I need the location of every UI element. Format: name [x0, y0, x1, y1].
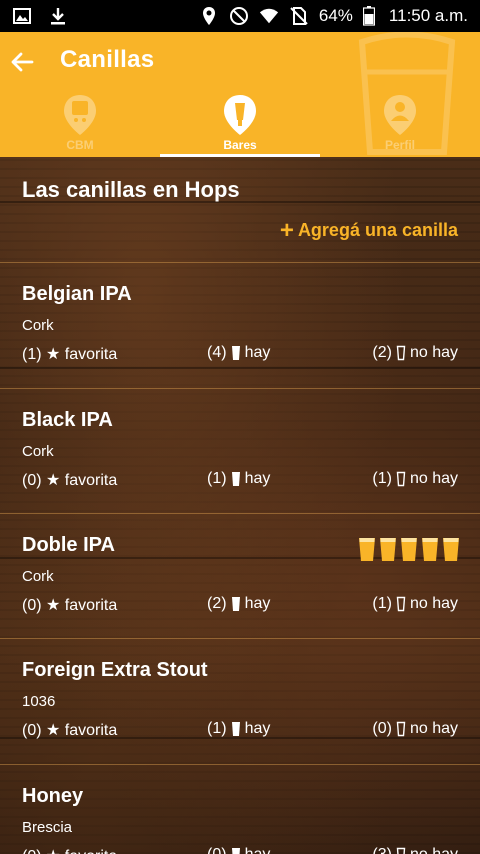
no-sim-icon	[290, 7, 308, 25]
arrow-left-icon	[11, 52, 34, 72]
clock: 11:50 a.m.	[388, 6, 468, 25]
available-label: hay	[245, 846, 271, 854]
bar-pin-icon	[224, 95, 256, 135]
tab-cbm-label: CBM	[66, 138, 94, 152]
available-count-value: (1)	[207, 720, 227, 737]
rating-glass-icon	[422, 538, 438, 561]
tap-item[interactable]: Doble IPA Cork (0) ★ favorita (2) hay (1…	[0, 514, 480, 639]
available-count-value: (4)	[207, 344, 227, 361]
tap-name: Honey	[22, 785, 84, 807]
unavailable-count-value: (3)	[372, 846, 392, 854]
location-icon	[202, 7, 215, 25]
unavailable-label: no hay	[409, 720, 458, 737]
tab-perfil[interactable]: Perfil	[320, 90, 480, 157]
add-tap-label: Agregá una canilla	[297, 220, 458, 240]
status-bar: 64% 11:50 a.m.	[0, 0, 480, 32]
empty-glass-icon	[396, 847, 406, 854]
back-button[interactable]	[6, 44, 38, 80]
rating-glass-icon	[401, 538, 417, 561]
tab-bares-label: Bares	[223, 138, 257, 152]
unavailable-count-value: (1)	[372, 595, 392, 612]
favorite-count[interactable]: (0) ★ favorita	[22, 846, 117, 854]
plus-icon: +	[279, 216, 294, 244]
favorite-count[interactable]: (1) ★ favorita	[22, 344, 117, 364]
available-label: hay	[244, 720, 271, 737]
download-icon	[51, 8, 65, 25]
unavailable-count[interactable]: (1) no hay	[372, 470, 458, 488]
battery-percent: 64%	[318, 6, 353, 25]
tap-name: Belgian IPA	[22, 283, 132, 305]
tap-name: Foreign Extra Stout	[22, 659, 208, 681]
available-count[interactable]: (4) hay	[207, 344, 270, 362]
gallery-icon	[13, 8, 31, 24]
unavailable-count[interactable]: (2) no hay	[372, 344, 458, 362]
add-tap-button[interactable]: + Agregá una canilla	[279, 216, 458, 244]
full-glass-icon	[231, 597, 240, 611]
tap-item[interactable]: Black IPA Cork (0) ★ favorita (1) hay (1…	[0, 389, 480, 514]
tap-name: Doble IPA	[22, 534, 115, 556]
full-glass-icon	[231, 346, 240, 360]
available-count-value: (0)	[207, 846, 227, 854]
available-count-value: (2)	[207, 595, 227, 612]
tab-bar: CBM Bares Perfil	[0, 90, 480, 157]
rating-glass-icon	[443, 538, 459, 561]
available-count[interactable]: (1) hay	[207, 470, 270, 488]
page-title: Canillas	[60, 46, 155, 73]
tap-name: Black IPA	[22, 409, 113, 431]
available-label: hay	[244, 344, 271, 361]
tap-item[interactable]: Belgian IPA Cork (1) ★ favorita (4) hay …	[0, 263, 480, 388]
rating-glass-icon	[359, 538, 375, 561]
unavailable-count[interactable]: (1) no hay	[372, 595, 458, 613]
rating-glass-icon	[380, 538, 396, 561]
unavailable-count-value: (0)	[372, 720, 392, 737]
unavailable-count[interactable]: (3) no hay	[372, 846, 458, 854]
unavailable-count[interactable]: (0) no hay	[372, 720, 458, 738]
tap-item[interactable]: Honey Brescia (0) ★ favorita (0) hay (3)…	[0, 765, 480, 854]
profile-pin-icon	[384, 95, 416, 135]
unavailable-label: no hay	[409, 344, 458, 361]
unavailable-count-value: (2)	[372, 344, 392, 361]
available-count[interactable]: (0) hay	[207, 846, 270, 854]
wifi-icon	[259, 8, 278, 24]
full-glass-icon	[231, 472, 240, 486]
tap-brewery: 1036	[22, 693, 56, 710]
available-label: hay	[244, 470, 271, 487]
tab-perfil-label: Perfil	[384, 138, 415, 152]
available-count[interactable]: (2) hay	[207, 595, 270, 613]
tap-brewery: Cork	[22, 568, 54, 585]
unavailable-label: no hay	[409, 595, 458, 612]
unavailable-count-value: (1)	[372, 470, 392, 487]
available-count-value: (1)	[207, 470, 227, 487]
beer-rating	[358, 536, 460, 562]
favorite-count[interactable]: (0) ★ favorita	[22, 720, 117, 740]
empty-glass-icon	[396, 345, 406, 361]
full-glass-icon	[231, 848, 240, 854]
battery-icon	[362, 6, 375, 26]
unavailable-label: no hay	[410, 846, 458, 854]
full-glass-icon	[231, 722, 240, 736]
available-label: hay	[244, 595, 271, 612]
tap-brewery: Brescia	[22, 819, 73, 836]
unavailable-label: no hay	[409, 470, 458, 487]
beer-face-pin-icon	[64, 95, 96, 135]
empty-glass-icon	[396, 721, 406, 737]
available-count[interactable]: (1) hay	[207, 720, 270, 738]
tap-brewery: Cork	[22, 443, 54, 460]
empty-glass-icon	[396, 596, 406, 612]
favorite-count[interactable]: (0) ★ favorita	[22, 470, 117, 490]
tap-list-panel: Las canillas en Hops + Agregá una canill…	[0, 157, 480, 854]
app-bar: Canillas CBM Bares Perfil	[0, 32, 480, 157]
tab-cbm[interactable]: CBM	[0, 90, 160, 157]
do-not-disturb-icon	[229, 7, 248, 25]
tab-bares[interactable]: Bares	[160, 90, 320, 157]
section-title: Las canillas en Hops	[22, 177, 240, 202]
empty-glass-icon	[396, 471, 406, 487]
tap-brewery: Cork	[22, 317, 54, 334]
favorite-count[interactable]: (0) ★ favorita	[22, 595, 117, 615]
tap-item[interactable]: Foreign Extra Stout 1036 (0) ★ favorita …	[0, 639, 480, 764]
